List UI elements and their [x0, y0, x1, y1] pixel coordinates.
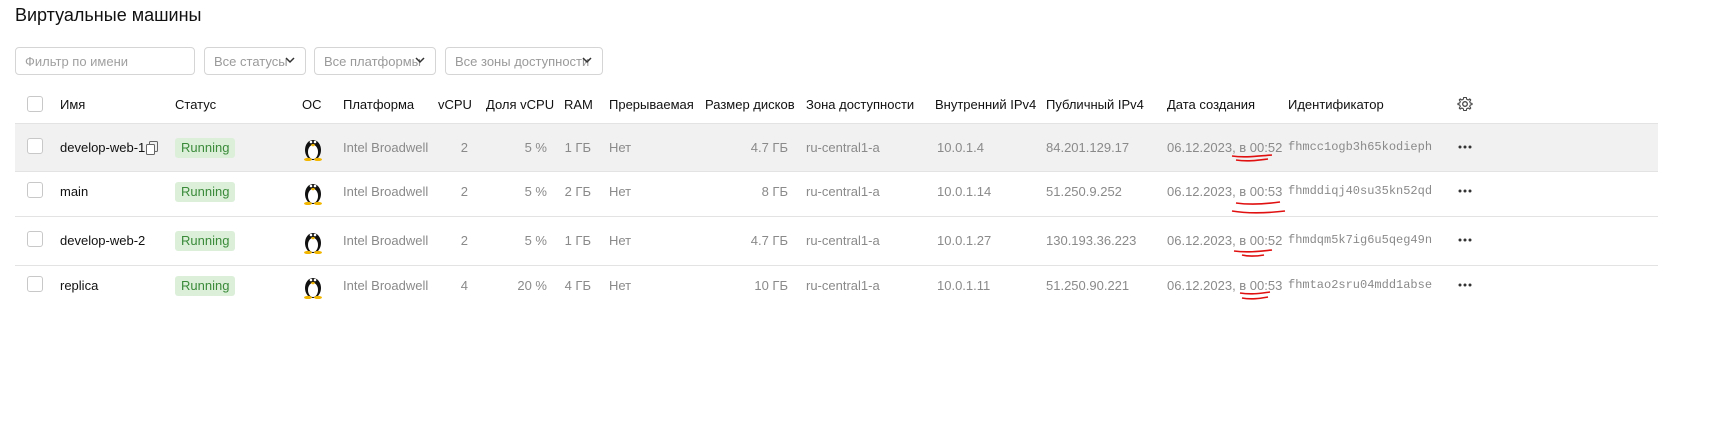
- platform-filter-select[interactable]: Все платформы: [314, 47, 436, 75]
- vm-vcpu-share: 5 %: [524, 184, 547, 199]
- more-actions-icon[interactable]: [1457, 184, 1473, 198]
- col-zone[interactable]: Зона доступности: [806, 97, 914, 112]
- col-status[interactable]: Статус: [175, 97, 216, 112]
- vm-id[interactable]: fhmddiqj40su35kn52qd: [1288, 184, 1432, 198]
- name-filter-field[interactable]: [15, 47, 195, 75]
- vm-ram: 4 ГБ: [564, 278, 591, 293]
- vm-zone: ru-central1-a: [806, 233, 880, 248]
- vm-public-ip: 51.250.9.252: [1046, 184, 1122, 199]
- col-vcpu[interactable]: vCPU: [438, 97, 472, 112]
- col-created[interactable]: Дата создания: [1167, 97, 1255, 112]
- vm-preemptible: Нет: [609, 233, 632, 248]
- vm-platform: Intel Broadwell: [343, 184, 429, 199]
- table-row[interactable]: develop-web-2 Running Intel Broadwell 2 …: [15, 217, 1658, 266]
- vm-name[interactable]: replica: [60, 278, 98, 293]
- col-public-ip[interactable]: Публичный IPv4: [1046, 97, 1144, 112]
- vm-name[interactable]: main: [60, 184, 88, 199]
- vm-preemptible: Нет: [609, 184, 632, 199]
- vm-name[interactable]: develop-web-1: [60, 140, 145, 155]
- col-id[interactable]: Идентификатор: [1288, 97, 1384, 112]
- vm-created: 06.12.2023, в 00:53: [1167, 184, 1283, 199]
- row-checkbox[interactable]: [27, 138, 43, 154]
- vm-public-ip: 84.201.129.17: [1046, 140, 1130, 155]
- status-badge: Running: [175, 138, 236, 158]
- col-internal-ip[interactable]: Внутренний IPv4: [935, 97, 1036, 112]
- zone-filter-select[interactable]: Все зоны доступности: [445, 47, 603, 75]
- linux-tux-icon: [304, 278, 322, 299]
- vm-ram: 1 ГБ: [564, 140, 591, 155]
- table-row[interactable]: main Running Intel Broadwell 2 5 % 2 ГБ …: [15, 168, 1658, 217]
- select-all-checkbox[interactable]: [27, 96, 43, 112]
- copy-icon[interactable]: [146, 141, 158, 155]
- zone-filter-label: Все зоны доступности: [455, 53, 590, 69]
- vm-id[interactable]: fhmtao2sru04mdd1abse: [1288, 278, 1432, 292]
- chevron-down-icon: [582, 57, 592, 64]
- name-filter-input[interactable]: [25, 53, 194, 69]
- vm-ram: 1 ГБ: [564, 233, 591, 248]
- row-checkbox[interactable]: [27, 182, 43, 198]
- col-preemptible[interactable]: Прерываемая: [609, 97, 694, 112]
- vm-vcpu: 2: [460, 140, 468, 155]
- vm-vcpu-share: 5 %: [524, 233, 547, 248]
- vm-vcpu: 2: [460, 184, 468, 199]
- vm-id[interactable]: fhmdqm5k7ig6u5qeg49n: [1288, 233, 1432, 247]
- vm-internal-ip: 10.0.1.4: [937, 140, 984, 155]
- table-row[interactable]: replica Running Intel Broadwell 4 20 % 4…: [15, 262, 1658, 311]
- vm-vcpu-share: 5 %: [524, 140, 547, 155]
- chevron-down-icon: [415, 57, 425, 64]
- table-row[interactable]: develop-web-1 Running Intel Broadwell 2 …: [15, 123, 1658, 172]
- status-filter-select[interactable]: Все статусы: [204, 47, 306, 75]
- vm-platform: Intel Broadwell: [343, 233, 429, 248]
- vm-vcpu: 4: [460, 278, 468, 293]
- vm-created: 06.12.2023, в 00:52: [1167, 233, 1283, 248]
- vm-id[interactable]: fhmcc1ogb3h65kodieph: [1288, 140, 1432, 154]
- vm-disk-size: 10 ГБ: [754, 278, 788, 293]
- col-os[interactable]: ОС: [302, 97, 322, 112]
- col-platform[interactable]: Платформа: [343, 97, 414, 112]
- vm-created: 06.12.2023, в 00:53: [1167, 278, 1283, 293]
- vm-internal-ip: 10.0.1.27: [937, 233, 992, 248]
- vm-zone: ru-central1-a: [806, 140, 880, 155]
- row-checkbox[interactable]: [27, 231, 43, 247]
- vm-preemptible: Нет: [609, 140, 632, 155]
- vm-created: 06.12.2023, в 00:52: [1167, 140, 1283, 155]
- vm-disk-size: 4.7 ГБ: [750, 140, 788, 155]
- vm-internal-ip: 10.0.1.11: [937, 278, 991, 293]
- status-badge: Running: [175, 182, 236, 202]
- platform-filter-label: Все платформы: [324, 53, 421, 69]
- vm-internal-ip: 10.0.1.14: [937, 184, 992, 199]
- more-actions-icon[interactable]: [1457, 140, 1473, 154]
- vm-zone: ru-central1-a: [806, 278, 880, 293]
- vm-public-ip: 51.250.90.221: [1046, 278, 1130, 293]
- row-checkbox[interactable]: [27, 276, 43, 292]
- vm-zone: ru-central1-a: [806, 184, 880, 199]
- col-name[interactable]: Имя: [60, 97, 85, 112]
- vm-name[interactable]: develop-web-2: [60, 233, 145, 248]
- status-filter-label: Все статусы: [214, 53, 288, 69]
- more-actions-icon[interactable]: [1457, 278, 1473, 292]
- vm-disk-size: 4.7 ГБ: [750, 233, 788, 248]
- col-vcpu-share[interactable]: Доля vCPU: [486, 97, 554, 112]
- vm-ram: 2 ГБ: [564, 184, 591, 199]
- vm-vcpu-share: 20 %: [517, 278, 547, 293]
- status-badge: Running: [175, 231, 236, 251]
- page-title: Виртуальные машины: [15, 5, 202, 25]
- table-settings-gear-icon[interactable]: [1457, 96, 1473, 112]
- vm-platform: Intel Broadwell: [343, 278, 429, 293]
- status-badge: Running: [175, 276, 236, 296]
- vm-platform: Intel Broadwell: [343, 140, 429, 155]
- vm-public-ip: 130.193.36.223: [1046, 233, 1137, 248]
- col-disk-size[interactable]: Размер дисков: [705, 97, 795, 112]
- vm-disk-size: 8 ГБ: [761, 184, 788, 199]
- linux-tux-icon: [304, 233, 322, 254]
- linux-tux-icon: [304, 140, 322, 161]
- more-actions-icon[interactable]: [1457, 233, 1473, 247]
- col-ram[interactable]: RAM: [564, 97, 593, 112]
- vm-vcpu: 2: [460, 233, 468, 248]
- chevron-down-icon: [285, 57, 295, 64]
- vm-preemptible: Нет: [609, 278, 632, 293]
- linux-tux-icon: [304, 184, 322, 205]
